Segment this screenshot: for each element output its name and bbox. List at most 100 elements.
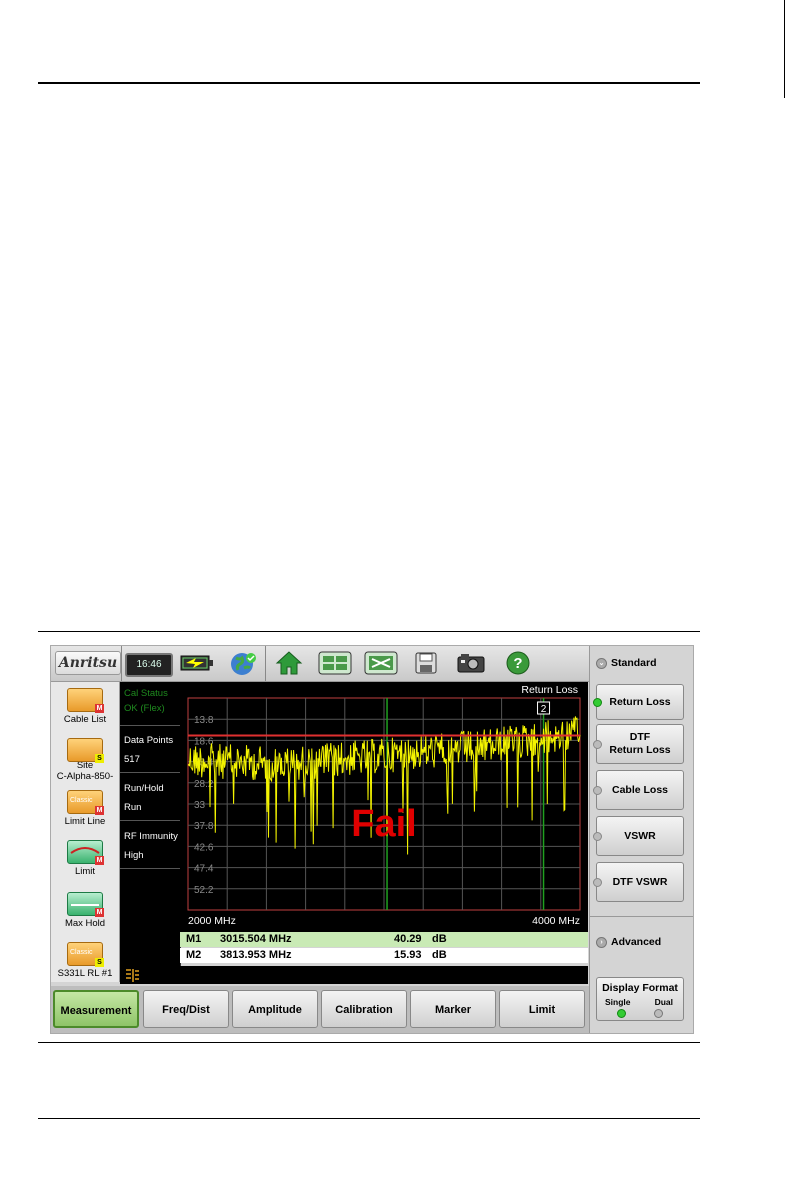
- save-icon[interactable]: [411, 650, 441, 676]
- y-tick-label: 52.2: [194, 885, 214, 896]
- vswr-button[interactable]: VSWR: [593, 816, 684, 856]
- tab-measurement[interactable]: Measurement: [53, 990, 139, 1028]
- shortcut-limit[interactable]: M Limit: [51, 840, 119, 877]
- run-hold: Run/Hold Run: [124, 783, 164, 813]
- marker-row-m2[interactable]: M2 3813.953 MHz 15.93 dB: [180, 948, 588, 963]
- shortcut-cable-list[interactable]: M Cable List: [51, 688, 119, 725]
- return-loss-chart: 13.818.623.428.23337.842.647.452.2FailRe…: [187, 684, 581, 927]
- tab-amplitude[interactable]: Amplitude: [232, 990, 318, 1028]
- camera-icon[interactable]: [455, 650, 487, 676]
- badge-m: M: [95, 908, 104, 917]
- status-panel: Cal Status OK (Flex) Data Points 517 Run…: [120, 682, 181, 970]
- marker-unit: dB: [432, 933, 447, 945]
- grid-view-icon[interactable]: [317, 650, 353, 676]
- limit-icon: M: [67, 840, 104, 865]
- battery-icon: [179, 650, 215, 676]
- group-standard[interactable]: ⌄ Standard: [596, 657, 657, 669]
- data-points: Data Points 517: [124, 735, 174, 765]
- bottom-tab-bar: Measurement Freq/Dist Amplitude Calibrat…: [51, 986, 589, 1033]
- cal-status: Cal Status OK (Flex): [124, 688, 168, 714]
- fail-label: Fail: [351, 803, 416, 845]
- badge-m: M: [95, 704, 104, 713]
- help-glyph: ?: [513, 655, 522, 672]
- edge-tab-rule: [784, 0, 785, 98]
- marker-unit: dB: [432, 949, 447, 961]
- y-tick-label: 47.4: [194, 864, 214, 875]
- max-hold-icon: M: [67, 892, 104, 917]
- marker-id: M2: [186, 949, 202, 961]
- dual-option: Dual: [654, 997, 673, 1007]
- x-end-label: 4000 MHz: [532, 915, 580, 927]
- y-tick-label: 33: [194, 800, 206, 811]
- group-advanced[interactable]: › Advanced: [596, 936, 661, 948]
- y-tick-label: 37.8: [194, 821, 214, 832]
- tab-marker[interactable]: Marker: [410, 990, 496, 1028]
- shortcut-s331l[interactable]: Classic S S331L RL #1: [51, 942, 119, 979]
- marker-flag-label: 2: [541, 704, 547, 715]
- status-divider: [120, 868, 180, 869]
- led-icon: [593, 740, 602, 749]
- status-divider: [120, 772, 180, 773]
- rf-immunity: RF Immunity High: [124, 831, 178, 861]
- shortcut-max-hold[interactable]: M Max Hold: [51, 892, 119, 929]
- marker-value: 15.93: [394, 949, 422, 961]
- classic-tag: Classic: [70, 949, 93, 956]
- shortcut-sublabel: C-Alpha-850-: [56, 771, 114, 782]
- shortcut-label: Limit: [74, 866, 96, 877]
- marker-table-toggle-bar: [120, 966, 588, 984]
- tab-limit[interactable]: Limit: [499, 990, 585, 1028]
- tab-freq-dist[interactable]: Freq/Dist: [143, 990, 229, 1028]
- globe-icon[interactable]: [227, 650, 259, 676]
- footer-rule: [38, 1118, 700, 1119]
- figure-bottom-rule: [38, 1042, 700, 1043]
- dtf-return-loss-button[interactable]: DTF Return Loss: [593, 724, 684, 764]
- marker-id: M1: [186, 933, 202, 945]
- display-format-button[interactable]: Display Format Single Dual: [596, 977, 684, 1021]
- status-divider: [120, 820, 180, 821]
- header-rule: [38, 82, 700, 84]
- badge-m: M: [95, 856, 104, 865]
- active-led-icon: [593, 698, 602, 707]
- dual-led-icon: [654, 1009, 663, 1018]
- status-divider: [120, 725, 180, 726]
- home-icon[interactable]: [273, 650, 305, 676]
- classic-antenna-icon: Classic M: [67, 790, 104, 815]
- marker-freq: 3813.953 MHz: [220, 949, 292, 961]
- anritsu-logo: Anritsu: [55, 651, 121, 675]
- tab-calibration[interactable]: Calibration: [321, 990, 407, 1028]
- top-toolbar: Anritsu 16:46 ?: [51, 646, 589, 682]
- toolbar-divider: [265, 646, 266, 681]
- shortcut-label: S331L RL #1: [57, 968, 113, 979]
- classic-tag: Classic: [70, 797, 93, 804]
- shortcut-site[interactable]: S Site C-Alpha-850-: [51, 738, 119, 782]
- chevron-icon: ›: [596, 936, 607, 948]
- single-option: Single: [605, 997, 631, 1007]
- panel-divider: [590, 916, 693, 917]
- badge-s: S: [95, 958, 104, 967]
- return-loss-button[interactable]: Return Loss: [593, 684, 684, 720]
- single-led-icon: [617, 1009, 626, 1018]
- instrument-screen: Anritsu 16:46 ? M Cable List S Site C-Al…: [50, 645, 694, 1034]
- left-shortcut-panel: M Cable List S Site C-Alpha-850- Classic…: [51, 682, 120, 982]
- badge-s: S: [95, 754, 104, 763]
- y-tick-label: 28.2: [194, 779, 214, 790]
- dtf-vswr-button[interactable]: DTF VSWR: [593, 862, 684, 902]
- cable-loss-button[interactable]: Cable Loss: [593, 770, 684, 810]
- plot-area[interactable]: 13.8 18.6 23.4 28.2 33 37.8 42.6 47.4 52.2 Fail Re…: [180, 682, 588, 932]
- x-start-label: 2000 MHz: [188, 915, 236, 927]
- figure-top-rule: [38, 631, 700, 632]
- marker-freq: 3015.504 MHz: [220, 933, 292, 945]
- y-tick-label: 42.6: [194, 842, 214, 853]
- clock-display: 16:46: [125, 653, 173, 677]
- shortcut-label: Limit Line: [64, 816, 106, 827]
- led-icon: [593, 786, 602, 795]
- antenna-icon: M: [67, 688, 104, 713]
- shortcut-limit-line[interactable]: Classic M Limit Line: [51, 790, 119, 827]
- fullscreen-icon[interactable]: [363, 650, 399, 676]
- classic-antenna-icon: Classic S: [67, 942, 104, 967]
- led-icon: [593, 878, 602, 887]
- help-icon[interactable]: ?: [503, 650, 533, 676]
- marker-table-icon[interactable]: [124, 967, 140, 983]
- marker-row-m1[interactable]: M1 3015.504 MHz 40.29 dB: [180, 932, 588, 947]
- shortcut-label: Max Hold: [64, 918, 106, 929]
